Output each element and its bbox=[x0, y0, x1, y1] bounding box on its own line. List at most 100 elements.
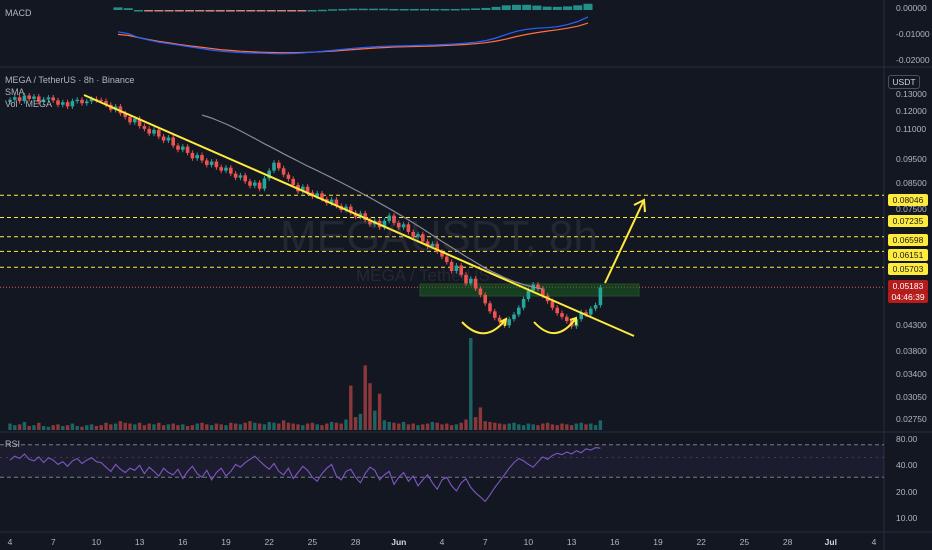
volume-bar bbox=[41, 425, 46, 430]
volume-bar bbox=[296, 424, 300, 430]
level-tag-3: 0.06598 bbox=[888, 234, 928, 246]
volume-bar bbox=[339, 423, 343, 430]
rsi-band-fill bbox=[0, 444, 884, 478]
volume-bar bbox=[56, 424, 60, 430]
volume-bar bbox=[445, 423, 449, 430]
volume-bar bbox=[555, 425, 559, 430]
candle-body bbox=[142, 126, 147, 129]
price-tick-label: 0.03400 bbox=[896, 369, 927, 380]
rsi-tick-label: 20.00 bbox=[896, 486, 918, 497]
volume-bar bbox=[277, 423, 281, 430]
volume-bar bbox=[382, 420, 387, 430]
volume-bar bbox=[478, 407, 483, 430]
volume-bar bbox=[454, 424, 459, 430]
candle-body bbox=[233, 173, 238, 178]
volume-bar bbox=[349, 385, 353, 430]
volume-indicator-label[interactable]: Vol · MEGA bbox=[5, 98, 52, 110]
macd-histogram-bar bbox=[450, 8, 460, 11]
volume-bar bbox=[531, 424, 535, 430]
volume-bar bbox=[358, 413, 363, 430]
macd-histogram-bar bbox=[236, 10, 246, 12]
macd-histogram-bar bbox=[225, 10, 235, 12]
volume-bar bbox=[51, 425, 55, 430]
volume-bar bbox=[301, 425, 305, 430]
volume-bar bbox=[147, 423, 151, 430]
macd-histogram-bar bbox=[583, 3, 593, 10]
rsi-tick-label: 80.00 bbox=[896, 433, 918, 444]
candle-body bbox=[224, 167, 228, 171]
currency-button[interactable]: USDT bbox=[888, 75, 920, 89]
volume-bar bbox=[593, 425, 598, 430]
volume-bar bbox=[310, 422, 315, 430]
volume-bar bbox=[32, 425, 36, 430]
candle-body bbox=[65, 102, 70, 107]
candle-body bbox=[555, 307, 559, 314]
candle-body bbox=[488, 303, 492, 312]
macd-histogram-bar bbox=[317, 9, 327, 12]
macd-histogram-bar bbox=[276, 10, 286, 12]
candle-body bbox=[219, 167, 223, 171]
volume-bar bbox=[334, 422, 339, 430]
price-tick-label: 0.12000 bbox=[896, 105, 927, 116]
level-tag-2: 0.07235 bbox=[888, 215, 928, 227]
volume-bar bbox=[27, 425, 31, 430]
macd-histogram-bar bbox=[164, 10, 174, 12]
volume-bar bbox=[166, 424, 171, 430]
candle-body bbox=[565, 316, 569, 322]
macd-indicator-label[interactable]: MACD bbox=[5, 7, 32, 19]
volume-bar bbox=[473, 417, 478, 430]
volume-bar bbox=[392, 422, 396, 430]
volume-bar bbox=[526, 423, 531, 430]
volume-bar bbox=[70, 423, 75, 430]
candle-body bbox=[147, 128, 151, 134]
time-tick-label: 13 bbox=[566, 537, 577, 547]
candle-body bbox=[286, 174, 291, 179]
candle-body bbox=[493, 311, 497, 318]
macd-histogram-bar bbox=[532, 5, 542, 10]
macd-histogram-bar bbox=[491, 6, 501, 10]
macd-histogram-bar bbox=[358, 8, 368, 11]
time-tick-label: 28 bbox=[782, 537, 793, 547]
volume-bar bbox=[517, 424, 521, 430]
time-tick-label: 25 bbox=[739, 537, 750, 547]
volume-bar bbox=[267, 421, 271, 430]
candle-body bbox=[526, 290, 531, 300]
volume-bar bbox=[406, 424, 411, 430]
volume-bar bbox=[325, 423, 329, 430]
macd-histogram-bar bbox=[368, 8, 378, 11]
volume-bar bbox=[133, 424, 137, 430]
volume-bar bbox=[565, 424, 569, 430]
sma-indicator-label[interactable]: SMA bbox=[5, 86, 25, 98]
volume-bar bbox=[238, 424, 243, 430]
volume-bar bbox=[483, 421, 487, 430]
volume-bar bbox=[550, 424, 555, 430]
volume-bar bbox=[22, 421, 27, 430]
candle-body bbox=[133, 118, 137, 123]
candle-body bbox=[277, 162, 281, 169]
volume-bar bbox=[229, 422, 233, 430]
volume-bar bbox=[123, 422, 127, 430]
volume-bar bbox=[579, 422, 583, 430]
macd-histogram-bar bbox=[420, 8, 430, 11]
price-tick-label: 0.09500 bbox=[896, 154, 927, 165]
rsi-tick-label: 10.00 bbox=[896, 513, 918, 524]
volume-bar bbox=[281, 420, 286, 430]
volume-bar bbox=[598, 420, 603, 430]
volume-bar bbox=[89, 424, 94, 430]
macd-histogram-bar bbox=[144, 10, 154, 12]
time-tick-label: 10 bbox=[523, 537, 534, 547]
symbol-watermark: MEGAUSDT, 8h bbox=[280, 212, 598, 261]
volume-bar bbox=[449, 425, 454, 430]
rsi-indicator-label[interactable]: RSI bbox=[5, 438, 20, 450]
volume-bar bbox=[464, 419, 468, 430]
volume-bar bbox=[291, 423, 295, 430]
volume-bar bbox=[262, 424, 267, 430]
volume-bar bbox=[272, 422, 276, 430]
volume-bar bbox=[190, 425, 195, 430]
candle-body bbox=[243, 175, 247, 182]
candle-body bbox=[56, 100, 60, 105]
volume-bar bbox=[37, 422, 41, 430]
macd-histogram-bar bbox=[123, 8, 133, 10]
volume-bar bbox=[440, 424, 444, 430]
volume-bar bbox=[344, 419, 348, 430]
